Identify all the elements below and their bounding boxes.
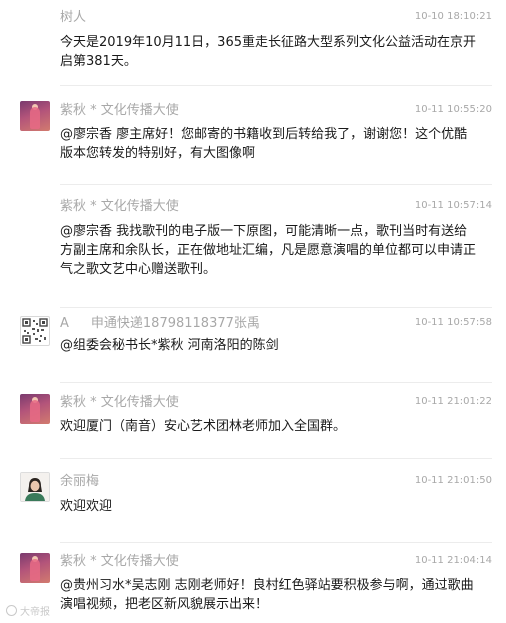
message-timestamp: 10-11 21:01:50 [414, 475, 492, 486]
sender-name: A 申通快递18798118377张禹 [60, 316, 260, 331]
sender-name: 树人 [60, 10, 87, 25]
message-timestamp: 10-11 10:57:14 [414, 200, 492, 211]
message-timestamp: 10-11 10:57:58 [414, 317, 492, 328]
chat-message: 紫秋 * 文化传播大使 10-11 21:04:14 @贵州习水*吴志刚 志刚老… [0, 543, 506, 623]
message-text: @组委会秘书长*紫秋 河南洛阳的陈剑 [60, 338, 279, 353]
sender-name: 紫秋 * 文化传播大使 [60, 103, 179, 118]
chat-message: A 申通快递18798118377张禹 10-11 10:57:58 @组委会秘书… [0, 308, 506, 383]
message-timestamp: 10-11 21:01:22 [414, 396, 492, 407]
message-text: @廖宗香 我找歌刊的电子版一下原图，可能清晰一点，歌刊当时有送给方副主席和余队长… [60, 224, 477, 277]
message-text: 欢迎欢迎 [60, 499, 113, 514]
message-text: @贵州习水*吴志刚 志刚老师好！良村红色驿站要积极参与啊，通过歌曲演唱视频，把老… [60, 578, 474, 612]
chat-log: 树人 10-10 18:10:21 今天是2019年10月11日，365重走长征… [0, 0, 506, 623]
chat-message: 紫秋 * 文化传播大使 10-11 10:57:14 @廖宗香 我找歌刊的电子版… [0, 185, 506, 308]
sender-name-extra: 申通快递18798118377张禹 [90, 316, 260, 331]
sender-name: 紫秋 * 文化传播大使 [60, 199, 179, 214]
message-timestamp: 10-10 18:10:21 [414, 11, 492, 22]
watermark: 大帝报 [6, 605, 50, 620]
sender-name: 紫秋 * 文化传播大使 [60, 554, 179, 569]
message-timestamp: 10-11 10:55:20 [414, 104, 492, 115]
qr-code-avatar[interactable] [20, 316, 50, 346]
purple-portrait-avatar[interactable] [20, 101, 50, 131]
message-text: 今天是2019年10月11日，365重走长征路大型系列文化公益活动在京开启第38… [60, 35, 476, 69]
person-portrait-avatar[interactable] [20, 472, 50, 502]
message-timestamp: 10-11 21:04:14 [414, 555, 492, 566]
purple-portrait-avatar[interactable] [20, 394, 50, 424]
chat-message: 余丽梅 10-11 21:01:50 欢迎欢迎 [0, 459, 506, 543]
purple-portrait-avatar[interactable] [20, 553, 50, 583]
message-text: @廖宗香 廖主席好！您邮寄的书籍收到后转给我了，谢谢您！这个优酷版本您转发的特别… [60, 127, 468, 161]
message-text: 欢迎厦门（南音）安心艺术团林老师加入全国群。 [60, 419, 347, 434]
chat-message: 紫秋 * 文化传播大使 10-11 10:55:20 @廖宗香 廖主席好！您邮寄… [0, 86, 506, 185]
circle-logo-icon [6, 605, 17, 616]
sender-name: 紫秋 * 文化传播大使 [60, 395, 179, 410]
chat-message: 紫秋 * 文化传播大使 10-11 21:01:22 欢迎厦门（南音）安心艺术团… [0, 383, 506, 459]
sender-name: 余丽梅 [60, 474, 100, 489]
chat-message: 树人 10-10 18:10:21 今天是2019年10月11日，365重走长征… [0, 0, 506, 86]
